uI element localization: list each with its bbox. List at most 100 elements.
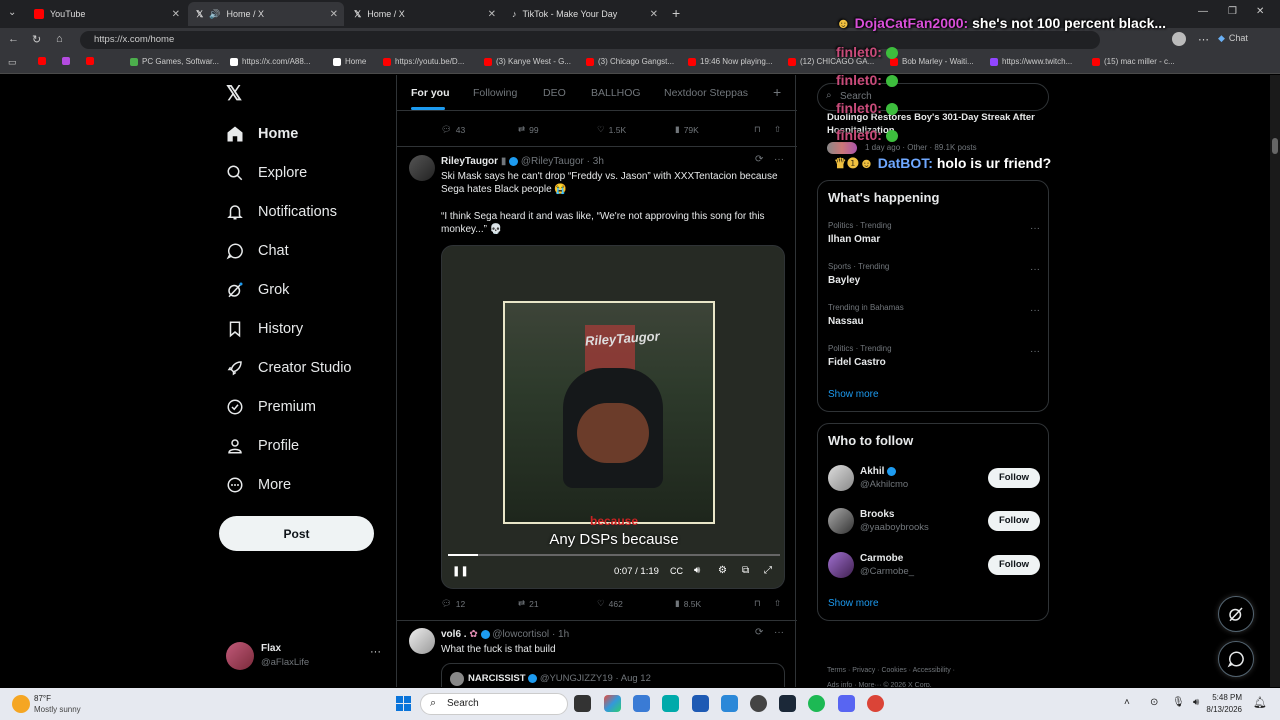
captions-icon[interactable]: CC — [670, 566, 683, 576]
avatar[interactable] — [409, 628, 435, 654]
footer-line[interactable]: Ads info · More··· © 2026 X Corp. — [827, 678, 1047, 687]
tweet-time[interactable]: · 3h — [587, 156, 604, 167]
tab-following[interactable]: Following — [473, 87, 517, 99]
chrome-icon[interactable] — [867, 695, 884, 712]
share-button[interactable]: ⇧ — [774, 124, 781, 135]
bookmark[interactable]: Home — [333, 57, 366, 66]
nav-creator-studio[interactable]: Creator Studio — [226, 359, 352, 377]
trend-item[interactable]: Politics · Trending Ilhan Omar ··· — [828, 221, 1040, 245]
weather-desc[interactable]: Mostly sunny — [34, 705, 81, 714]
footer-line[interactable]: Terms · Privacy · Cookies · Accessibilit… — [827, 663, 1047, 678]
nav-grok[interactable]: Grok — [226, 281, 289, 299]
copilot-taskbar-icon[interactable] — [604, 695, 621, 712]
show-more-link[interactable]: Show more — [828, 598, 879, 609]
nav-profile[interactable]: Profile — [226, 437, 299, 455]
like-button[interactable]: ♡ 1.5K — [597, 124, 626, 135]
nav-more[interactable]: More — [226, 476, 291, 494]
volume-icon[interactable]: 🔊︎ — [694, 565, 700, 576]
more-dots-icon[interactable]: ··· — [370, 646, 381, 658]
follow-suggestion[interactable]: Carmobe @Carmobe_ Follow — [828, 550, 1040, 580]
reply-button[interactable]: 💬︎ 43 — [441, 124, 465, 135]
tab-for-you[interactable]: For you — [411, 87, 450, 99]
trend-item[interactable]: Sports · Trending Bayley ··· — [828, 262, 1040, 286]
chevron-up-icon[interactable]: ˄ — [1124, 697, 1130, 708]
new-tab-icon[interactable]: + — [672, 5, 680, 21]
back-icon[interactable]: ← — [8, 33, 19, 45]
follow-suggestion[interactable]: Brooks @yaaboybrooks Follow — [828, 506, 1040, 536]
tab-x-home-active[interactable]: 𝕏 🔊 Home / X ✕ — [188, 2, 344, 26]
bookmark[interactable]: https://www.twitch... — [990, 57, 1072, 66]
views-button[interactable]: ▮ 8.5K — [675, 598, 701, 609]
tweet-time[interactable]: · 1h — [552, 629, 569, 640]
bookmark[interactable]: (3) Chicago Gangst... — [586, 57, 674, 66]
nav-premium[interactable]: Premium — [226, 398, 316, 416]
follow-button[interactable]: Follow — [988, 511, 1040, 531]
collections-icon[interactable]: ▭ — [8, 57, 17, 68]
edge-active-icon[interactable] — [662, 695, 679, 712]
page-scrollbar-thumb[interactable] — [1272, 138, 1278, 154]
obs-icon[interactable] — [750, 695, 767, 712]
tab-nextdoor-steppas[interactable]: Nextdoor Steppas — [664, 87, 748, 99]
follow-suggestion[interactable]: Akhil @Akhilcmo Follow — [828, 463, 1040, 493]
trend-item[interactable]: Politics · Trending Fidel Castro ··· — [828, 344, 1040, 368]
more-dots-icon[interactable]: ··· — [1030, 223, 1040, 234]
edge-icon[interactable] — [633, 695, 650, 712]
bookmark[interactable]: https://youtu.be/D... — [383, 57, 464, 66]
task-view-icon[interactable] — [574, 695, 591, 712]
spotify-icon[interactable] — [808, 695, 825, 712]
bookmark[interactable]: PC Games, Softwar... — [130, 57, 219, 66]
tweet-author-handle[interactable]: @RileyTaugor — [521, 156, 584, 167]
bookmark[interactable]: (3) Kanye West - G... — [484, 57, 571, 66]
more-dots-icon[interactable]: ··· — [774, 154, 784, 165]
reply-button[interactable]: 💬︎ 12 — [441, 598, 465, 609]
add-tab-icon[interactable]: + — [773, 84, 781, 100]
bookmark[interactable]: Bob Marley - Waiti... — [890, 57, 974, 66]
views-button[interactable]: ▮ 79K — [675, 124, 699, 135]
bookmark[interactable] — [38, 57, 50, 65]
weather-temp[interactable]: 87°F — [34, 694, 51, 703]
nav-home[interactable]: Home — [226, 125, 298, 143]
nav-chat[interactable]: Chat — [226, 242, 289, 260]
mic-icon[interactable]: 🎙︎ — [1172, 697, 1185, 708]
bookmark[interactable] — [62, 57, 74, 65]
nav-explore[interactable]: Explore — [226, 164, 307, 182]
outlook-icon[interactable] — [721, 695, 738, 712]
trend-item[interactable]: Trending in Bahamas Nassau ··· — [828, 303, 1040, 327]
bookmark[interactable]: 19:46 Now playing... — [688, 57, 773, 66]
bookmark[interactable]: (15) mac miller - c... — [1092, 57, 1175, 66]
windows-start-icon[interactable] — [396, 696, 412, 712]
volume-icon[interactable]: 🔊︎ — [1193, 697, 1199, 708]
grok-fab-button[interactable] — [1218, 596, 1254, 632]
discord-icon[interactable] — [838, 695, 855, 712]
settings-gear-icon[interactable]: ⚙ — [718, 565, 727, 576]
bookmark-button[interactable]: ⊓ — [754, 124, 761, 135]
messages-fab-button[interactable] — [1218, 641, 1254, 677]
repost-button[interactable]: ⇄ 99 — [518, 124, 539, 135]
repost-button[interactable]: ⇄ 21 — [518, 598, 539, 609]
tweet-author-name[interactable]: RileyTaugor — [441, 156, 498, 167]
nav-history[interactable]: History — [226, 320, 303, 338]
follow-button[interactable]: Follow — [988, 468, 1040, 488]
tweet-author-name[interactable]: vol6 . — [441, 629, 467, 640]
grok-explain-icon[interactable]: ⟳ — [755, 154, 763, 165]
share-button[interactable]: ⇧ — [774, 598, 781, 609]
nav-notifications[interactable]: Notifications — [226, 203, 337, 221]
show-more-link[interactable]: Show more — [828, 389, 879, 400]
copilot-chat-button[interactable]: ◆ Chat — [1218, 33, 1248, 44]
close-tab-icon[interactable]: ✕ — [488, 9, 496, 20]
store-icon[interactable] — [692, 695, 709, 712]
bookmark[interactable] — [86, 57, 98, 65]
tab-youtube[interactable]: YouTube ✕ — [26, 2, 186, 26]
quote-tweet[interactable]: NARCISSIST @YUNGJIZZY19 · Aug 12 — [441, 663, 785, 687]
picture-in-picture-icon[interactable]: ⧉ — [742, 565, 749, 576]
close-tab-icon[interactable]: ✕ — [650, 9, 658, 20]
home-page-icon[interactable]: ⌂ — [56, 33, 63, 45]
video-progress-bar[interactable] — [448, 554, 780, 556]
more-dots-icon[interactable]: ··· — [1030, 305, 1040, 316]
minimize-icon[interactable]: — — [1198, 6, 1208, 17]
follow-button[interactable]: Follow — [988, 555, 1040, 575]
browser-menu-icon[interactable]: ⋯ — [1198, 33, 1209, 46]
weather-sun-icon[interactable] — [12, 695, 30, 713]
refresh-icon[interactable]: ↻ — [32, 33, 41, 46]
video-player[interactable]: RileyTaugor because Any DSPs because ❚❚ … — [441, 245, 785, 589]
